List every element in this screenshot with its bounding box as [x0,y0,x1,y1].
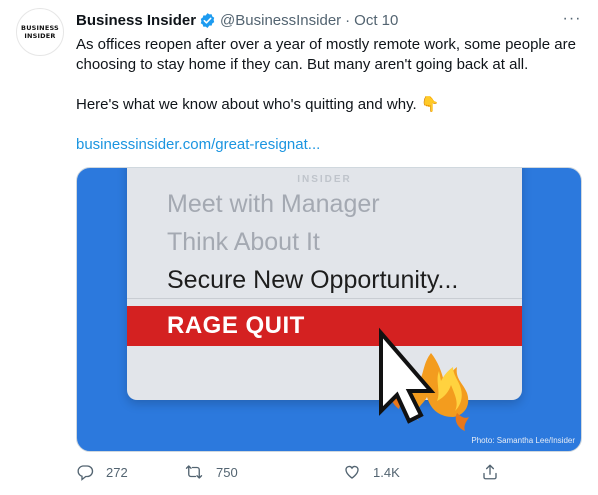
reply-count: 272 [106,464,128,480]
like-button[interactable]: 1.4K [343,463,400,481]
tweet-actions: 272 750 1.4K [76,463,506,485]
share-button[interactable] [481,463,499,481]
media-image[interactable]: INSIDER Meet with Manager Think About It… [76,167,582,452]
menu-divider [127,298,522,299]
article-link[interactable]: businessinsider.com/great-resignat... [76,136,320,153]
more-options-icon[interactable]: ··· [562,10,582,28]
retweet-count: 750 [216,464,238,480]
photo-credit: Photo: Samantha Lee/Insider [471,436,575,445]
share-icon [483,464,497,480]
tweet-paragraph-2: Here's what we know about who's quitting… [76,96,440,113]
verified-badge-icon [199,12,216,29]
menu-item-2: Think About It [167,228,320,256]
media-brand: INSIDER [297,174,352,185]
tweet-date[interactable]: Oct 10 [354,12,398,29]
rage-quit-label: RAGE QUIT [167,312,305,339]
menu-item-3: Secure New Opportunity... [167,266,459,294]
separator-dot: · [345,11,351,29]
author-handle[interactable]: @BusinessInsider [220,12,341,29]
avatar-logo-line2: INSIDER [24,32,56,40]
heart-icon [345,465,359,479]
avatar-logo-line1: BUSINESS [21,24,59,32]
avatar[interactable]: BUSINESS INSIDER [16,8,64,56]
like-count: 1.4K [373,464,400,480]
tweet-header: Business Insider @BusinessInsider · Oct … [76,10,582,30]
reply-button[interactable]: 272 [76,463,128,481]
retweet-button[interactable]: 750 [184,463,238,481]
tweet-paragraph-1: As offices reopen after over a year of m… [76,36,576,73]
flaming-cursor-icon [361,321,501,446]
reply-icon [77,465,94,481]
tweet-text: As offices reopen after over a year of m… [76,35,586,155]
author-name[interactable]: Business Insider [76,12,196,29]
menu-item-1: Meet with Manager [167,190,380,218]
retweet-icon [185,465,203,479]
